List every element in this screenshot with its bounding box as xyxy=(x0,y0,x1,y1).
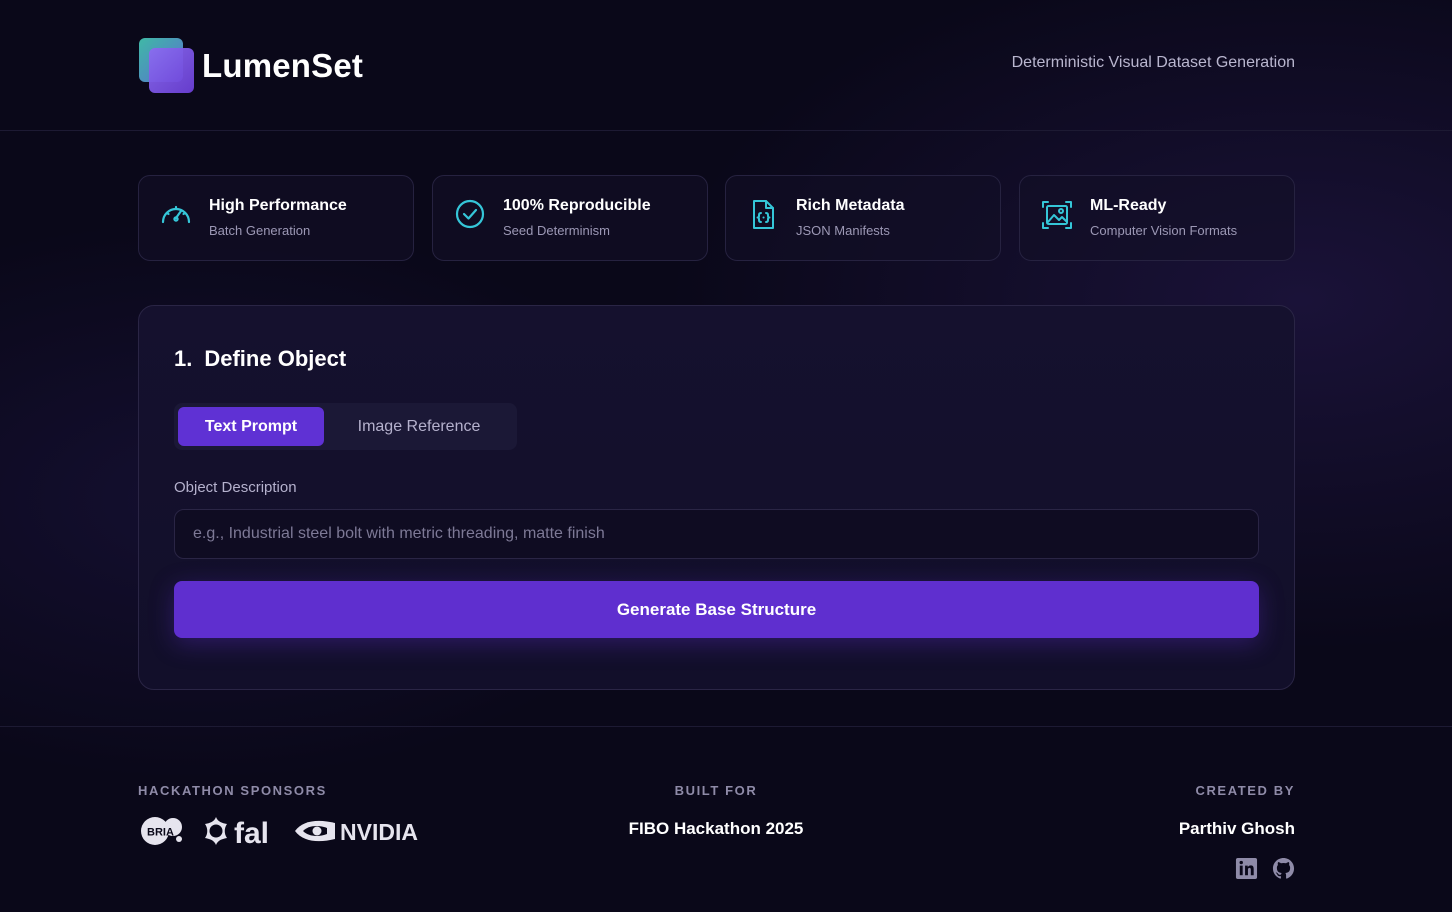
json-file-icon xyxy=(753,200,774,229)
feature-cards: High Performance Batch Generation 100% R… xyxy=(138,175,1295,261)
image-scan-icon xyxy=(1042,201,1072,229)
app-tagline: Deterministic Visual Dataset Generation xyxy=(1011,54,1295,71)
app-header: LumenSet Deterministic Visual Dataset Ge… xyxy=(0,0,1452,131)
social-links xyxy=(1235,857,1295,881)
feature-subtitle: JSON Manifests xyxy=(796,223,890,238)
feature-subtitle: Seed Determinism xyxy=(503,223,610,238)
page-footer: HACKATHON SPONSORS BRIA fal NVIDIA BUILT… xyxy=(0,726,1452,912)
object-description-label: Object Description xyxy=(174,479,297,496)
feature-subtitle: Computer Vision Formats xyxy=(1090,223,1238,238)
app-name: LumenSet xyxy=(202,47,364,84)
created-by-heading: CREATED BY xyxy=(1195,783,1295,798)
feature-subtitle: Batch Generation xyxy=(209,223,311,238)
feature-card-performance: High Performance Batch Generation xyxy=(138,175,414,261)
github-icon[interactable] xyxy=(1272,857,1295,880)
step-title: Define Object xyxy=(204,346,347,371)
check-circle-icon xyxy=(455,199,485,229)
feature-card-reproducible: 100% Reproducible Seed Determinism xyxy=(432,175,708,261)
generate-base-structure-button[interactable]: Generate Base Structure xyxy=(174,581,1259,638)
object-description-input[interactable] xyxy=(174,509,1259,559)
panel-title: 1. Define Object xyxy=(174,346,346,372)
feature-card-metadata: Rich Metadata JSON Manifests xyxy=(725,175,1001,261)
input-mode-tabs: Text Prompt Image Reference xyxy=(174,403,517,450)
feature-title: ML-Ready xyxy=(1090,197,1167,214)
step-number: 1. xyxy=(174,346,193,371)
define-object-panel: 1. Define Object Text Prompt Image Refere… xyxy=(138,305,1295,690)
logo-mark-icon xyxy=(139,38,195,94)
feature-title: High Performance xyxy=(209,197,347,214)
speedometer-icon xyxy=(161,205,191,224)
tab-image-reference[interactable]: Image Reference xyxy=(334,407,504,446)
app-logo[interactable]: LumenSet xyxy=(139,38,363,94)
linkedin-icon[interactable] xyxy=(1235,857,1258,880)
creator-name: Parthiv Ghosh xyxy=(1178,819,1295,838)
feature-card-ml-ready: ML-Ready Computer Vision Formats xyxy=(1019,175,1295,261)
tab-text-prompt[interactable]: Text Prompt xyxy=(178,407,324,446)
feature-title: Rich Metadata xyxy=(796,197,905,214)
feature-title: 100% Reproducible xyxy=(503,197,651,214)
